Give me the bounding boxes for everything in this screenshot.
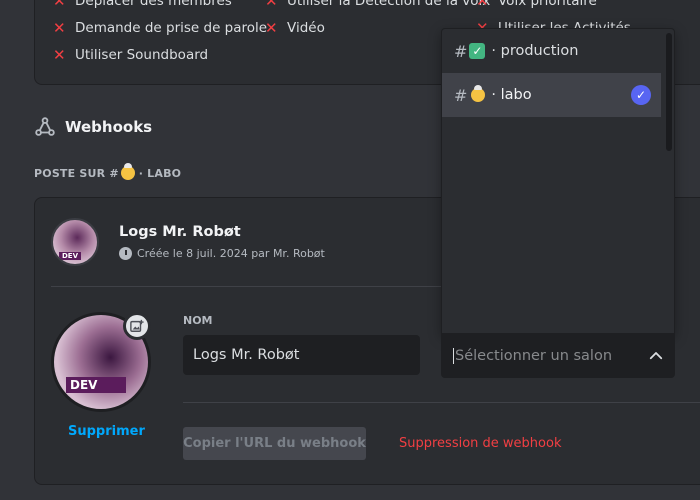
x-icon: ✕: [265, 19, 278, 37]
clock-icon: [119, 247, 132, 260]
permission-item: ✕ Vidéo: [265, 19, 325, 37]
permission-label: Vidéo: [287, 20, 325, 36]
webhook-avatar[interactable]: DEV: [51, 218, 99, 266]
permission-item: ✕ Voix prioritaire: [476, 0, 597, 10]
name-field-label: NOM: [183, 314, 213, 327]
name-input[interactable]: [183, 335, 420, 375]
x-icon: ✕: [476, 0, 489, 10]
permission-label: Déplacer des membres: [75, 0, 232, 9]
delete-webhook-link[interactable]: Suppression de webhook: [399, 436, 561, 451]
dev-badge-large: DEV: [66, 377, 126, 393]
post-on-prefix: POSTE SUR #: [34, 166, 119, 180]
channel-option-labo[interactable]: # · labo ✓: [442, 73, 661, 117]
webhook-name: Logs Mr. Robøt: [119, 224, 241, 240]
webhook-created: Créée le 8 juil. 2024 par Mr. Robøt: [119, 247, 325, 260]
permission-label: Demande de prise de parole: [75, 20, 268, 36]
delete-avatar-link[interactable]: Supprimer: [68, 424, 145, 439]
webhook-icon: [35, 117, 55, 136]
permission-item: ✕ Déplacer des membres: [53, 0, 232, 10]
webhook-created-text: Créée le 8 juil. 2024 par Mr. Robøt: [137, 247, 325, 260]
hash-icon: #: [454, 85, 468, 105]
divider: [183, 402, 700, 403]
chevron-up-icon[interactable]: [647, 347, 665, 365]
permission-item: ✕ Utiliser la Détection de la voix: [265, 0, 490, 10]
face-emoji-icon: [471, 85, 486, 102]
copy-webhook-url-button[interactable]: Copier l'URL du webhook: [183, 427, 366, 460]
x-icon: ✕: [53, 0, 66, 10]
hash-icon: #: [454, 41, 468, 61]
channel-dropdown-menu: # ✓ · production # · labo ✓: [441, 28, 675, 334]
webhooks-title: Webhooks: [34, 116, 152, 138]
channel-select[interactable]: [441, 333, 675, 378]
x-icon: ✕: [53, 19, 66, 37]
post-on-label: POSTE SUR # · LABO: [34, 163, 182, 180]
image-add-icon: [130, 319, 144, 332]
permission-label: Utiliser Soundboard: [75, 47, 209, 63]
permission-item: ✕ Demande de prise de parole: [53, 19, 267, 37]
permission-label: Utiliser la Détection de la voix: [287, 0, 491, 9]
permission-item: ✕ Utiliser Soundboard: [53, 46, 208, 64]
channel-select-input[interactable]: [453, 347, 647, 364]
webhooks-title-label: Webhooks: [65, 118, 153, 136]
check-mark-emoji-icon: ✓: [469, 43, 486, 59]
channel-option-label: · production: [491, 43, 579, 59]
x-icon: ✕: [265, 0, 278, 10]
x-icon: ✕: [53, 46, 66, 64]
upload-image-button[interactable]: [123, 312, 151, 340]
permission-label: Voix prioritaire: [498, 0, 597, 9]
face-emoji-icon: [120, 163, 135, 180]
channel-option-production[interactable]: # ✓ · production: [442, 29, 661, 73]
dev-badge: DEV: [59, 252, 82, 260]
channel-option-label: · labo: [491, 87, 532, 103]
selected-check-icon: ✓: [631, 85, 651, 105]
dropdown-scrollbar[interactable]: [666, 33, 672, 151]
divider: [51, 286, 471, 287]
post-on-channel: · LABO: [138, 166, 182, 180]
